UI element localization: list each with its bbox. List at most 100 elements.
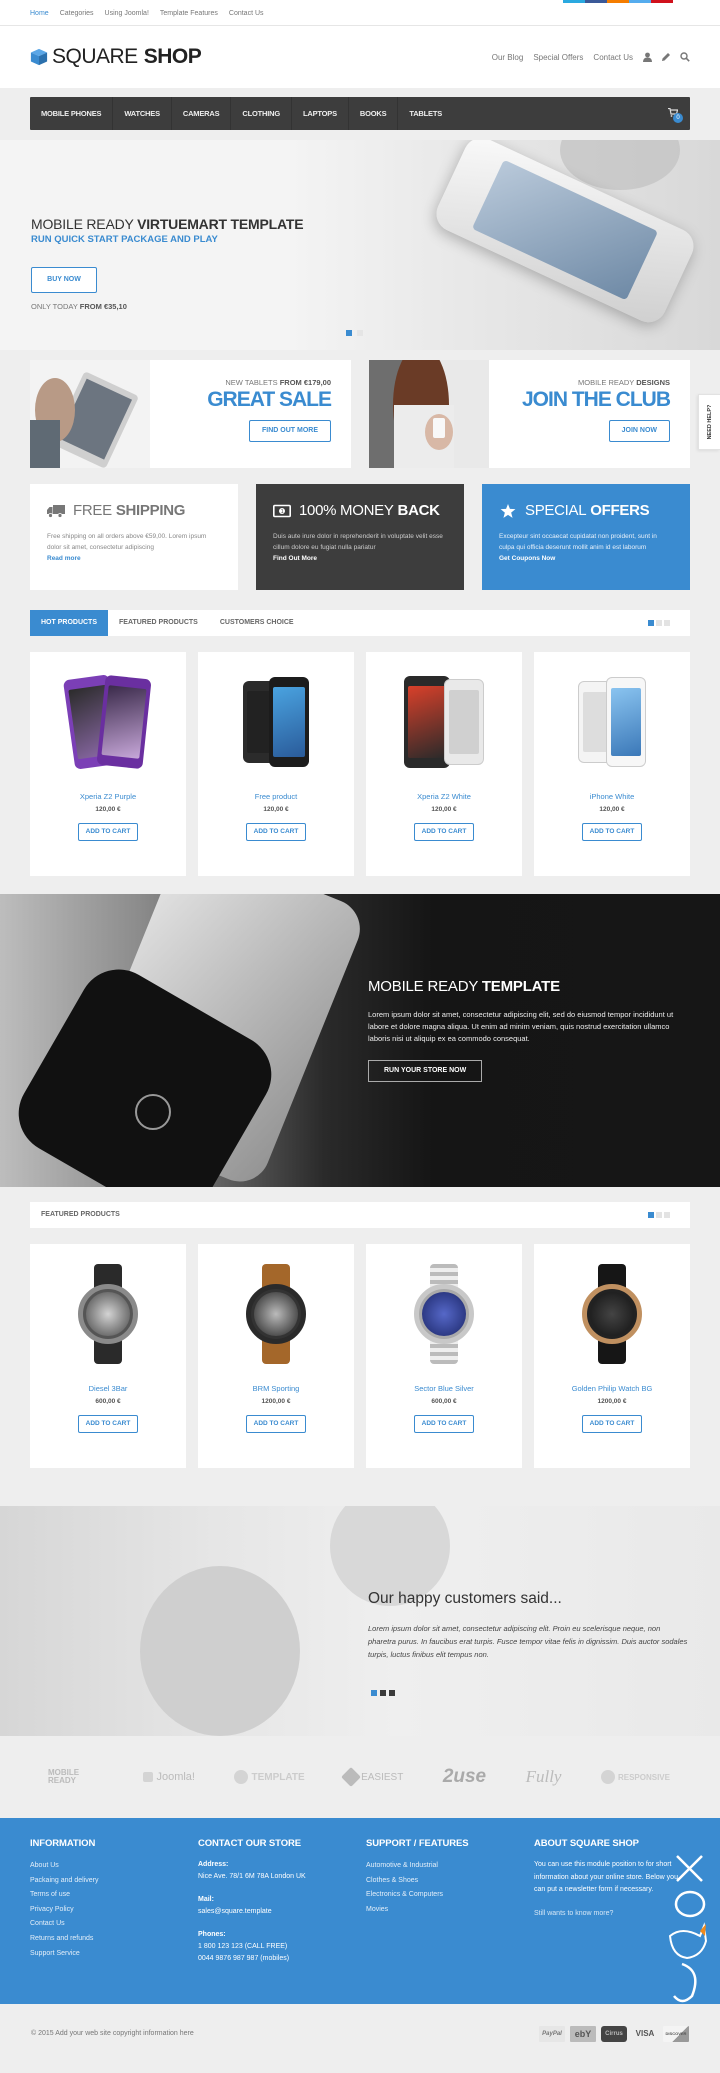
- paypal-icon: PayPal: [539, 2026, 565, 2042]
- footer-link-electronics[interactable]: Electronics & Computers: [366, 1888, 534, 1903]
- product-price: 120,00 €: [431, 806, 457, 813]
- need-help-tab[interactable]: NEED HELP?: [698, 394, 720, 450]
- social-link-1[interactable]: [563, 0, 585, 3]
- search-icon[interactable]: [680, 52, 690, 62]
- find-out-more-link[interactable]: Find Out More: [273, 555, 317, 562]
- footer-link-terms[interactable]: Terms of use: [30, 1888, 198, 1903]
- product-image[interactable]: [534, 1244, 690, 1384]
- star-icon: [500, 503, 516, 518]
- joomfox-watermark-icon: [668, 1855, 708, 2003]
- social-link-5[interactable]: [651, 0, 673, 3]
- page-dot-2[interactable]: [656, 620, 662, 626]
- tab-customers-choice[interactable]: CUSTOMERS CHOICE: [209, 610, 305, 636]
- logo-template-text: TEMPLATE: [251, 1771, 305, 1783]
- testimonial-dot-3[interactable]: [389, 1690, 395, 1696]
- nav-item-clothing[interactable]: CLOTHING: [231, 97, 292, 130]
- footer-link-support[interactable]: Support Service: [30, 1947, 198, 1962]
- phone-1: 1 800 123 123 (CALL FREE): [198, 1943, 288, 1950]
- top-link-template-features[interactable]: Template Features: [160, 10, 218, 17]
- product-image[interactable]: [30, 1244, 186, 1384]
- read-more-link[interactable]: Read more: [47, 555, 81, 562]
- site-logo[interactable]: SQUARE SHOP: [30, 45, 202, 69]
- nav-item-cameras[interactable]: CAMERAS: [172, 97, 232, 130]
- hero-dot-2[interactable]: [357, 330, 363, 336]
- product-card: Xperia Z2 White 120,00 € ADD TO CART: [366, 652, 522, 876]
- promo-join-club[interactable]: MOBILE READY DESIGNS JOIN THE CLUB JOIN …: [369, 360, 690, 468]
- footer-link-automotive[interactable]: Automotive & Industrial: [366, 1859, 534, 1874]
- top-link-home[interactable]: Home: [30, 10, 49, 17]
- get-coupons-link[interactable]: Get Coupons Now: [499, 555, 555, 562]
- product-name[interactable]: Sector Blue Silver: [366, 1384, 522, 1393]
- add-to-cart-button[interactable]: ADD TO CART: [78, 1415, 138, 1433]
- footer-link-about-us[interactable]: About Us: [30, 1859, 198, 1874]
- top-link-categories[interactable]: Categories: [60, 10, 94, 17]
- footer-link-privacy[interactable]: Privacy Policy: [30, 1903, 198, 1918]
- find-out-more-button[interactable]: FIND OUT MORE: [249, 420, 331, 442]
- page-dot-3[interactable]: [664, 620, 670, 626]
- header-link-special-offers[interactable]: Special Offers: [533, 53, 583, 62]
- product-image[interactable]: [30, 652, 186, 792]
- pencil-icon[interactable]: [661, 52, 671, 62]
- product-image[interactable]: [534, 652, 690, 792]
- run-your-store-button[interactable]: RUN YOUR STORE NOW: [368, 1060, 483, 1082]
- product-card: Free product 120,00 € ADD TO CART: [198, 652, 354, 876]
- address-label: Address:: [198, 1861, 229, 1868]
- top-link-contact-us[interactable]: Contact Us: [229, 10, 264, 17]
- user-icon[interactable]: [642, 52, 652, 62]
- add-to-cart-button[interactable]: ADD TO CART: [246, 1415, 306, 1433]
- footer-link-clothes[interactable]: Clothes & Shoes: [366, 1874, 534, 1889]
- add-to-cart-button[interactable]: ADD TO CART: [246, 823, 306, 841]
- social-link-4[interactable]: [629, 0, 651, 3]
- product-name[interactable]: Golden Philip Watch BG: [534, 1384, 690, 1393]
- product-image[interactable]: [366, 1244, 522, 1384]
- page-dot-2[interactable]: [656, 1212, 662, 1218]
- tab-hot-products[interactable]: HOT PRODUCTS: [30, 610, 108, 636]
- ebay-icon: ebY: [570, 2026, 596, 2042]
- footer-link-movies[interactable]: Movies: [366, 1903, 534, 1918]
- visa-icon: VISA: [632, 2026, 658, 2042]
- product-name[interactable]: Xperia Z2 Purple: [30, 792, 186, 801]
- cart-button[interactable]: 0: [668, 107, 683, 123]
- promo-small-light: NEW TABLETS: [225, 378, 280, 387]
- add-to-cart-button[interactable]: ADD TO CART: [582, 1415, 642, 1433]
- footer-link-contact[interactable]: Contact Us: [30, 1917, 198, 1932]
- site-header: SQUARE SHOP Our Blog Special Offers Cont…: [0, 26, 720, 88]
- page-dot-3[interactable]: [664, 1212, 670, 1218]
- product-name[interactable]: BRM Sporting: [198, 1384, 354, 1393]
- page-dot-1[interactable]: [648, 1212, 654, 1218]
- add-to-cart-button[interactable]: ADD TO CART: [414, 823, 474, 841]
- product-image[interactable]: [366, 652, 522, 792]
- promo-great-sale[interactable]: NEW TABLETS FROM €179,00 GREAT SALE FIND…: [30, 360, 351, 468]
- header-link-contact-us[interactable]: Contact Us: [593, 53, 633, 62]
- product-image[interactable]: [198, 652, 354, 792]
- top-link-using-joomla[interactable]: Using Joomla!: [105, 10, 149, 17]
- header-nav: Our Blog Special Offers Contact Us: [482, 52, 690, 62]
- buy-now-button[interactable]: BUY NOW: [31, 267, 97, 293]
- join-now-button[interactable]: JOIN NOW: [608, 420, 670, 442]
- product-name[interactable]: Free product: [198, 792, 354, 801]
- product-name[interactable]: Xperia Z2 White: [366, 792, 522, 801]
- nav-item-tablets[interactable]: TABLETS: [398, 97, 453, 130]
- nav-item-laptops[interactable]: LAPTOPS: [292, 97, 349, 130]
- nav-item-books[interactable]: BOOKS: [349, 97, 399, 130]
- social-link-3[interactable]: [607, 0, 629, 3]
- social-link-2[interactable]: [585, 0, 607, 3]
- add-to-cart-button[interactable]: ADD TO CART: [414, 1415, 474, 1433]
- footer-link-packaging[interactable]: Packaing and delivery: [30, 1874, 198, 1889]
- add-to-cart-button[interactable]: ADD TO CART: [78, 823, 138, 841]
- testimonial-dot-2[interactable]: [380, 1690, 386, 1696]
- nav-item-watches[interactable]: WATCHES: [113, 97, 172, 130]
- product-name[interactable]: Diesel 3Bar: [30, 1384, 186, 1393]
- page-dot-1[interactable]: [648, 620, 654, 626]
- product-image[interactable]: [198, 1244, 354, 1384]
- header-link-our-blog[interactable]: Our Blog: [492, 53, 524, 62]
- testimonial-dot-1[interactable]: [371, 1690, 377, 1696]
- nav-item-mobile-phones[interactable]: MOBILE PHONES: [30, 97, 114, 130]
- logo-fully: Fully: [525, 1767, 562, 1786]
- tab-featured-products[interactable]: FEATURED PRODUCTS: [108, 610, 209, 636]
- add-to-cart-button[interactable]: ADD TO CART: [582, 823, 642, 841]
- product-name[interactable]: iPhone White: [534, 792, 690, 801]
- hero-dot-1[interactable]: [346, 330, 352, 336]
- mail-link[interactable]: sales@square.template: [198, 1906, 366, 1918]
- footer-link-returns[interactable]: Returns and refunds: [30, 1932, 198, 1947]
